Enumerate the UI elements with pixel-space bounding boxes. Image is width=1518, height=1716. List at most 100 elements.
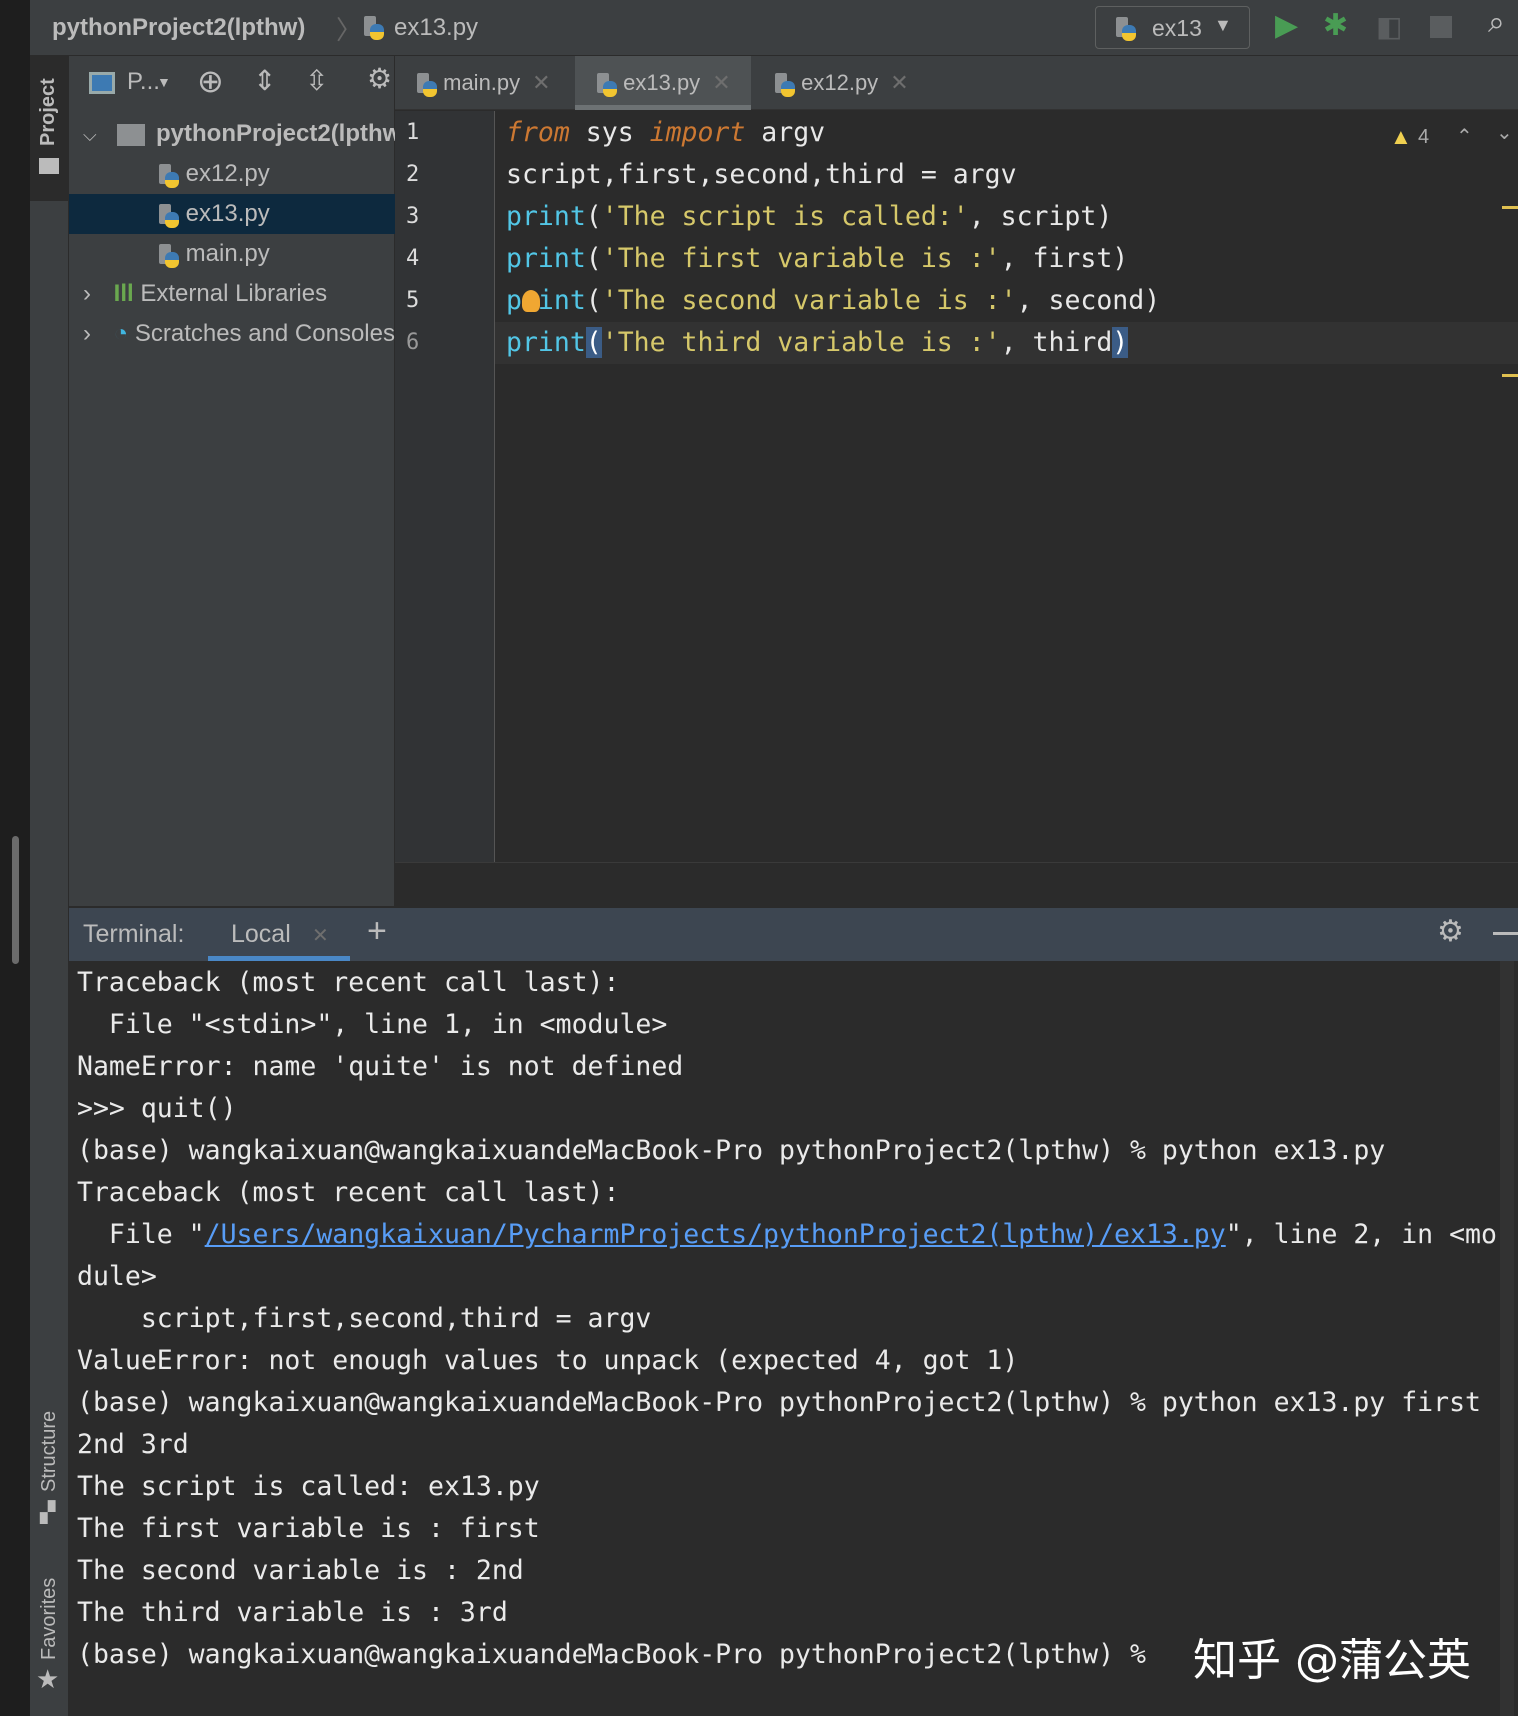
close-icon[interactable]: ✕ xyxy=(712,70,730,95)
terminal-line: The third variable is : 3rd xyxy=(77,1597,508,1628)
chevron-right-icon: › xyxy=(83,320,91,347)
editor-footer xyxy=(395,862,1518,906)
breadcrumb-file[interactable]: ex13.py xyxy=(394,14,478,42)
stop-icon[interactable] xyxy=(1430,16,1452,38)
gear-icon[interactable]: ⚙ xyxy=(1437,914,1464,949)
python-file-icon xyxy=(773,71,795,98)
tab-ex12[interactable]: ex12.py ✕ xyxy=(753,56,923,110)
debug-icon[interactable]: ✱ xyxy=(1323,8,1348,43)
code-line-1: from sys import argv xyxy=(506,117,826,148)
tree-item-external-libraries[interactable]: › Ill External Libraries xyxy=(69,274,395,314)
code-line-4: print('The first variable is :', first) xyxy=(506,243,1129,274)
terminal-line: (base) wangkaixuan@wangkaixuandeMacBook-… xyxy=(77,1387,1481,1418)
new-terminal-plus-icon[interactable]: + xyxy=(367,912,387,951)
close-icon[interactable]: ✕ xyxy=(890,70,908,95)
python-file-icon xyxy=(415,71,437,98)
tree-item-label: External Libraries xyxy=(140,280,328,307)
close-icon[interactable]: ✕ xyxy=(312,923,329,948)
search-icon[interactable]: ⌕ xyxy=(1488,6,1505,40)
tab-main[interactable]: main.py ✕ xyxy=(395,56,565,110)
file-path-link[interactable]: /Users/wangkaixuan/PycharmProjects/pytho… xyxy=(205,1219,1226,1250)
scrollbar[interactable] xyxy=(12,836,19,964)
terminal-line: The first variable is : first xyxy=(77,1513,540,1544)
terminal-scrollbar[interactable] xyxy=(1500,961,1514,1716)
python-icon xyxy=(1114,15,1136,41)
tree-item-scratches[interactable]: › ◔ Scratches and Consoles xyxy=(69,314,395,354)
code-line-3: print('The script is called:', script) xyxy=(506,201,1113,232)
terminal-line: dule> xyxy=(77,1261,157,1292)
error-stripe-mark[interactable] xyxy=(1502,206,1518,209)
tree-item-ex13[interactable]: ex13.py xyxy=(69,194,395,234)
terminal-line: Traceback (most recent call last): xyxy=(77,1177,620,1208)
tree-item-label: pythonProject2(lpthw) xyxy=(156,120,395,147)
tree-item-label: ex12.py xyxy=(185,160,270,187)
stripe-favorites-label[interactable]: Favorites xyxy=(38,1578,61,1660)
tab-label: main.py xyxy=(443,70,521,95)
terminal-header: Terminal: Local ✕ + ⚙ xyxy=(69,908,1518,961)
chevron-down-icon: ▼ xyxy=(1214,15,1232,35)
folder-icon xyxy=(39,158,59,174)
run-config-label: ex13 xyxy=(1152,15,1202,41)
run-icon[interactable]: ▶ xyxy=(1275,8,1298,43)
warning-count[interactable]: 4 xyxy=(1418,126,1429,149)
terminal-title: Terminal: xyxy=(83,920,185,948)
project-view-select[interactable]: P... xyxy=(127,68,160,96)
chevron-down-icon: ▼ xyxy=(157,74,171,90)
watermark: 知乎 @蒲公英 xyxy=(1193,1635,1471,1686)
scratches-icon: ◔ xyxy=(113,320,129,347)
terminal-line: ValueError: not enough values to unpack … xyxy=(77,1345,1019,1376)
code-line-2: script,first,second,third = argv xyxy=(506,159,1017,190)
python-file-icon xyxy=(157,242,179,268)
terminal-line: The second variable is : 2nd xyxy=(77,1555,524,1586)
terminal-line: File "<stdin>", line 1, in <module> xyxy=(77,1009,668,1040)
previous-highlight-icon[interactable]: ⌃ xyxy=(1456,124,1473,149)
terminal-line: >>> quit() xyxy=(77,1093,237,1124)
tab-label: ex12.py xyxy=(801,70,879,95)
line-number: 3 xyxy=(406,204,420,229)
terminal-tab-local[interactable]: Local ✕ xyxy=(208,908,350,961)
line-number: 1 xyxy=(406,120,420,145)
python-file-icon xyxy=(595,71,617,98)
stripe-structure-label[interactable]: Structure xyxy=(38,1411,61,1492)
project-panel: P... ▼ ⊕ ⇕ ⇳ ⚙ ⌵ pythonProject2(lpthw) e… xyxy=(69,56,395,906)
next-highlight-icon[interactable]: ⌄ xyxy=(1496,120,1513,145)
locate-icon[interactable]: ⊕ xyxy=(197,62,224,100)
warning-icon[interactable]: ▲ xyxy=(1390,124,1412,150)
chevron-down-icon: ⌵ xyxy=(83,125,97,145)
coverage-icon[interactable]: ◧ xyxy=(1376,10,1402,43)
terminal-line: The script is called: ex13.py xyxy=(77,1471,540,1502)
library-icon: Ill xyxy=(113,280,134,307)
star-icon: ★ xyxy=(36,1664,60,1694)
structure-icon: ▞ xyxy=(40,1502,56,1524)
breadcrumb-project[interactable]: pythonProject2(lpthw) xyxy=(52,14,305,42)
project-view-icon xyxy=(89,72,115,94)
python-file-icon xyxy=(157,202,179,228)
terminal-line: 2nd 3rd xyxy=(77,1429,189,1460)
error-stripe-mark[interactable] xyxy=(1502,374,1518,377)
minimize-icon[interactable] xyxy=(1493,932,1518,935)
code-line-5: print('The second variable is :', second… xyxy=(506,285,1161,316)
terminal-line: (base) wangkaixuan@wangkaixuandeMacBook-… xyxy=(77,1639,1146,1670)
terminal-line: script,first,second,third = argv xyxy=(77,1303,652,1334)
close-icon[interactable]: ✕ xyxy=(532,70,550,95)
gear-icon[interactable]: ⚙ xyxy=(367,62,392,95)
terminal-line: File "/Users/wangkaixuan/PycharmProjects… xyxy=(77,1219,1497,1250)
tree-item-main[interactable]: main.py xyxy=(69,234,395,274)
tree-item-ex12[interactable]: ex12.py xyxy=(69,154,395,194)
breadcrumb-separator-icon: 〉 xyxy=(336,15,363,45)
python-file-icon xyxy=(362,14,384,40)
tab-ex13[interactable]: ex13.py ✕ xyxy=(575,56,751,110)
python-file-icon xyxy=(157,162,179,188)
run-configuration-select[interactable]: ex13 ▼ xyxy=(1095,6,1250,49)
tree-item-label: main.py xyxy=(185,240,270,267)
lightbulb-icon[interactable] xyxy=(522,290,540,312)
expand-all-icon[interactable]: ⇕ xyxy=(253,64,276,97)
chevron-right-icon: › xyxy=(83,280,91,307)
tree-item-project-root[interactable]: ⌵ pythonProject2(lpthw) xyxy=(69,114,395,154)
collapse-all-icon[interactable]: ⇳ xyxy=(305,64,328,97)
stripe-project-label[interactable]: Project xyxy=(37,78,60,146)
line-number: 5 xyxy=(406,288,420,313)
terminal-tab-label: Local xyxy=(231,920,291,948)
tab-label: ex13.py xyxy=(623,70,701,95)
line-number: 6 xyxy=(406,330,420,355)
